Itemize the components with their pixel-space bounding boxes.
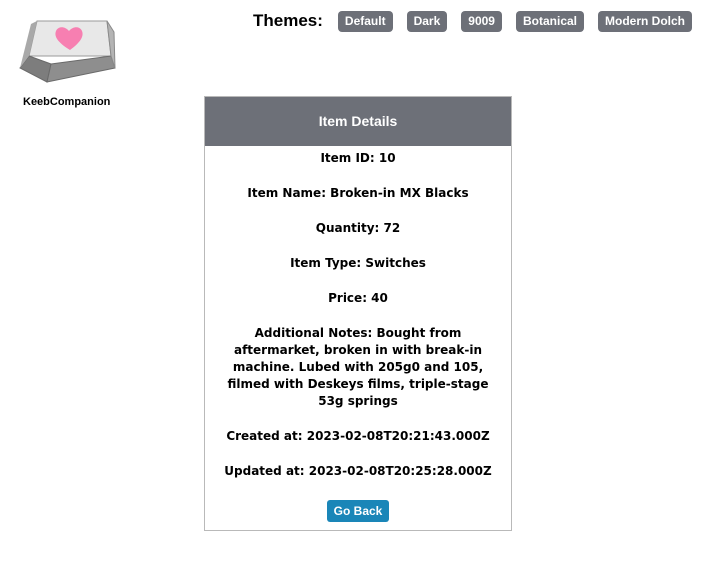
- card-title: Item Details: [205, 97, 511, 146]
- themes-label: Themes:: [253, 11, 323, 30]
- theme-switcher: Themes: Default Dark 9009 Botanical Mode…: [253, 9, 706, 33]
- brand-name: KeebCompanion: [23, 96, 111, 108]
- keycap-heart-icon: [19, 20, 116, 83]
- item-notes: Additional Notes: Bought from aftermarke…: [227, 326, 489, 408]
- theme-button-botanical[interactable]: Botanical: [515, 10, 584, 32]
- theme-button-dark[interactable]: Dark: [406, 10, 448, 32]
- go-back-button[interactable]: Go Back: [326, 500, 390, 522]
- item-quantity: Quantity: 72: [315, 221, 401, 235]
- item-created-at: Created at: 2023-02-08T20:21:43.000Z: [226, 429, 490, 443]
- page: KeebCompanion Themes: Default Dark 9009 …: [0, 0, 708, 577]
- item-name: Item Name: Broken-in MX Blacks: [247, 186, 469, 200]
- item-price: Price: 40: [328, 291, 388, 305]
- card-body: Item ID: 10 Item Name: Broken-in MX Blac…: [205, 146, 511, 530]
- item-updated-at: Updated at: 2023-02-08T20:25:28.000Z: [224, 464, 492, 478]
- item-type: Item Type: Switches: [290, 256, 426, 270]
- item-details-card: Item Details Item ID: 10 Item Name: Brok…: [204, 96, 512, 531]
- brand-logo[interactable]: KeebCompanion: [14, 16, 122, 108]
- theme-button-9009[interactable]: 9009: [461, 10, 502, 32]
- theme-button-default[interactable]: Default: [337, 10, 393, 32]
- item-id: Item ID: 10: [320, 151, 396, 165]
- theme-button-modern-dolch[interactable]: Modern Dolch: [598, 10, 692, 32]
